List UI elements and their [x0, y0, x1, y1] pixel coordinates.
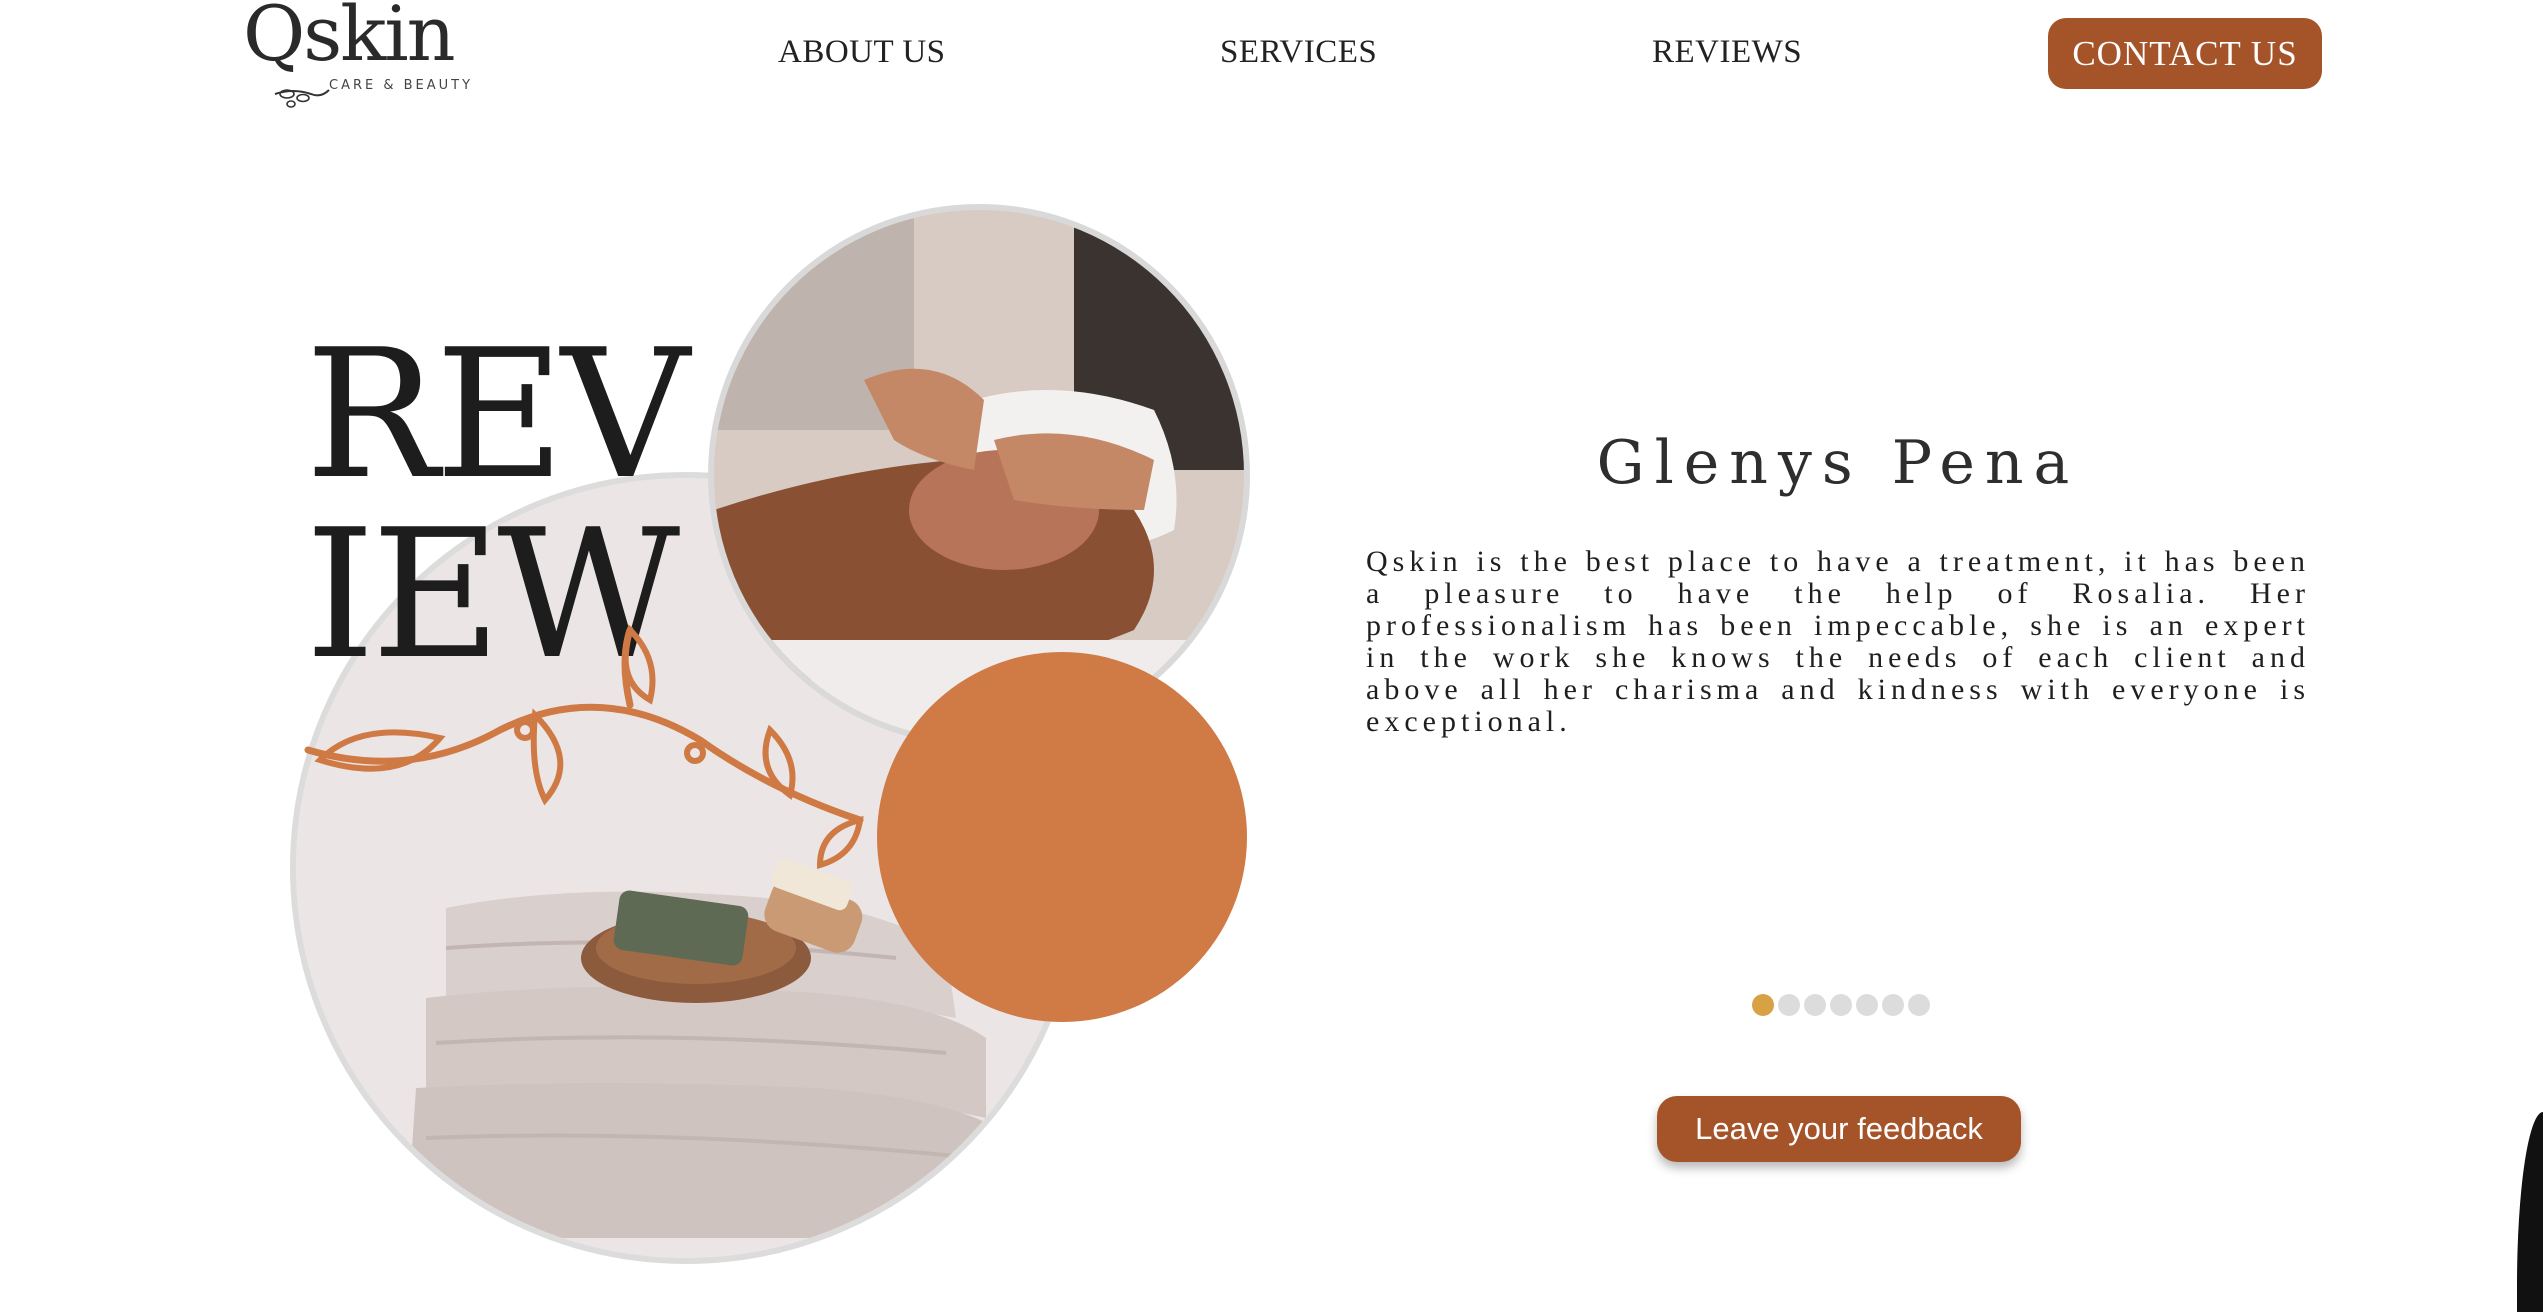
carousel-dot-3[interactable]: [1804, 994, 1826, 1016]
logo[interactable]: Qskin CARE & BEAUTY: [243, 0, 488, 108]
leaf-sprig-icon: [274, 89, 330, 108]
contact-us-button[interactable]: CONTACT US: [2048, 18, 2322, 89]
leave-feedback-button[interactable]: Leave your feedback: [1657, 1096, 2021, 1162]
carousel-dots: [1752, 994, 1930, 1016]
nav-reviews[interactable]: REVIEWS: [1652, 34, 1802, 71]
nav-about-us[interactable]: ABOUT US: [778, 34, 946, 71]
vine-ornament: [304, 624, 864, 869]
nav-services[interactable]: SERVICES: [1220, 34, 1377, 71]
carousel-dot-5[interactable]: [1856, 994, 1878, 1016]
carousel-dot-1[interactable]: [1752, 994, 1774, 1016]
window-corner-edge: [2517, 1112, 2543, 1312]
logo-text: Qskin: [243, 0, 456, 78]
carousel-dot-4[interactable]: [1830, 994, 1852, 1016]
carousel-dot-7[interactable]: [1908, 994, 1930, 1016]
page-title-line-1: REV: [305, 311, 690, 518]
carousel-dot-2[interactable]: [1778, 994, 1800, 1016]
logo-tagline: CARE & BEAUTY: [329, 78, 474, 93]
review-text: Qskin is the best place to have a treatm…: [1366, 545, 2310, 738]
carousel-dot-6[interactable]: [1882, 994, 1904, 1016]
accent-orange-circle: [877, 652, 1247, 1022]
reviewer-name: Glenys Pena: [1596, 428, 2080, 498]
